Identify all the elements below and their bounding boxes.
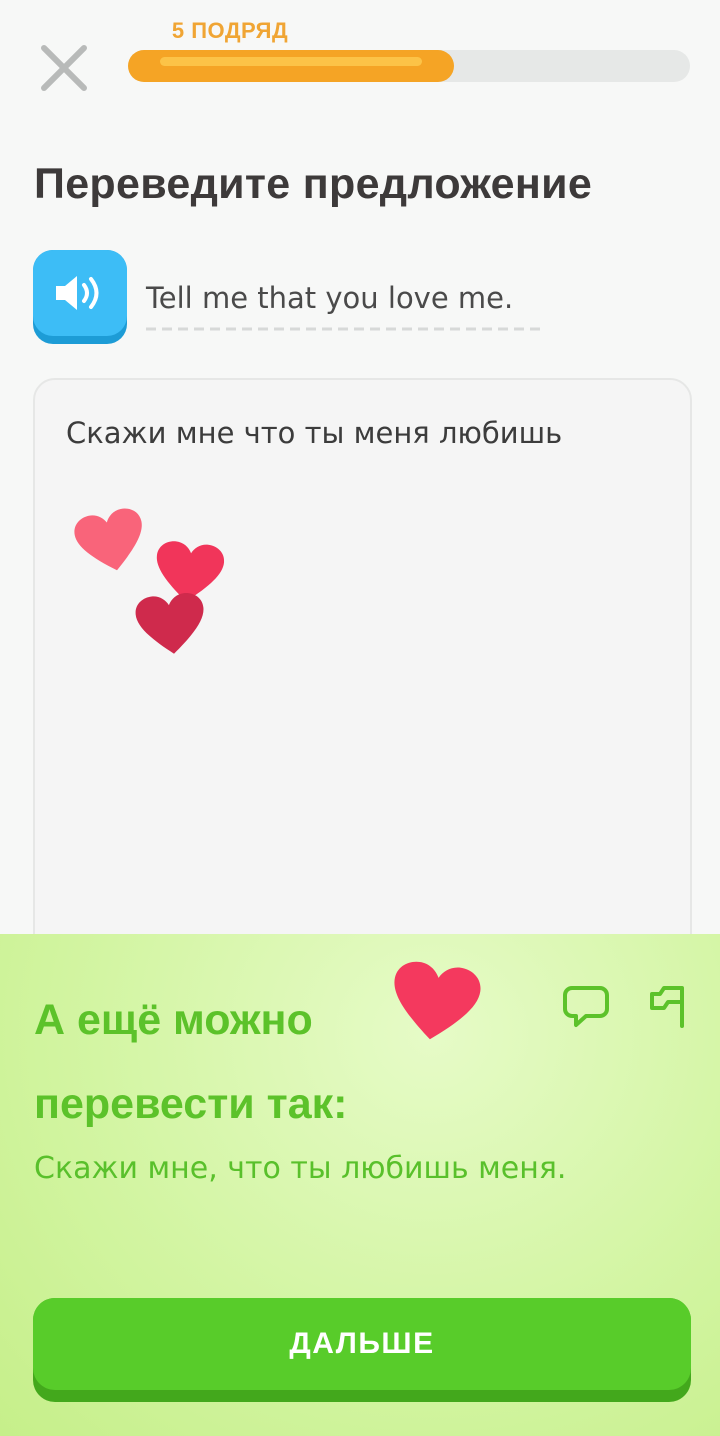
speaker-icon [56,276,99,310]
feedback-title: А ещё можно перевести так: [34,996,348,1128]
alternative-translation: Скажи мне, что ты любишь меня. [34,1151,567,1186]
heart-icon [135,593,204,654]
comment-icon[interactable] [562,984,610,1030]
progress-fill [128,50,454,82]
continue-button[interactable]: ДАЛЬШЕ [33,1298,691,1402]
close-icon [41,45,87,91]
continue-label: ДАЛЬШЕ [33,1298,691,1390]
progress-bar [128,50,690,82]
prompt-sentence[interactable]: Tell me that you love me. [146,281,513,315]
play-audio-button[interactable] [33,250,127,344]
answer-textarea[interactable] [33,378,692,1002]
heart-icon [74,508,142,571]
heart-icon [394,961,481,1040]
flag-icon[interactable] [646,982,688,1030]
progress-shine [160,57,422,66]
answer-text: Скажи мне что ты меня любишь [66,416,563,450]
streak-label: 5 ПОДРЯД [171,18,289,43]
prompt-word-underline [146,327,546,331]
page-title: Переведите предложение [34,160,593,208]
close-button[interactable] [38,42,90,94]
